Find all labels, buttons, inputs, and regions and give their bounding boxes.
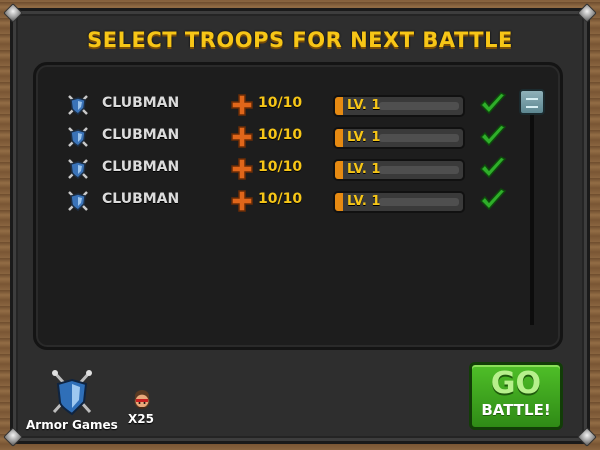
troop-health: 10/10 xyxy=(258,127,303,143)
troop-name: CLUBMAN xyxy=(102,191,180,207)
warrior-head-icon xyxy=(134,390,150,409)
battle-button-label: BATTLE! xyxy=(481,401,551,419)
checkmark-icon[interactable] xyxy=(479,155,507,181)
checkmark-icon[interactable] xyxy=(479,123,507,149)
level-bar: LV. 1 xyxy=(333,95,465,117)
troop-list: CLUBMAN 10/10 LV. 1 CLUBMAN 10/10 LV. 1 xyxy=(33,62,563,350)
checkmark-icon[interactable] xyxy=(479,187,507,213)
shield-swords-icon xyxy=(68,191,88,211)
level-bar: LV. 1 xyxy=(333,191,465,213)
troop-health: 10/10 xyxy=(258,159,303,175)
shield-swords-icon xyxy=(68,95,88,115)
plus-icon xyxy=(231,126,253,148)
plus-icon xyxy=(231,94,253,116)
troop-row[interactable]: CLUBMAN 10/10 LV. 1 xyxy=(36,91,566,119)
level-bar: LV. 1 xyxy=(333,159,465,181)
troop-row[interactable]: CLUBMAN 10/10 LV. 1 xyxy=(36,123,566,151)
level-label: LV. 1 xyxy=(347,194,381,209)
scrollbar-thumb[interactable] xyxy=(519,89,545,115)
scrollbar-track[interactable] xyxy=(530,89,534,325)
troop-health: 10/10 xyxy=(258,95,303,111)
unit-count: X25 xyxy=(128,412,154,426)
go-battle-button[interactable]: GO BATTLE! xyxy=(469,362,563,430)
level-bar: LV. 1 xyxy=(333,127,465,149)
armor-games-text: Armor Games xyxy=(26,418,118,432)
go-button-label: GO xyxy=(490,366,542,401)
troop-name: CLUBMAN xyxy=(102,127,180,143)
plus-icon xyxy=(231,190,253,212)
plus-icon xyxy=(231,158,253,180)
troop-row[interactable]: CLUBMAN 10/10 LV. 1 xyxy=(36,187,566,215)
checkmark-icon[interactable] xyxy=(479,91,507,117)
page-title: SELECT TROOPS FOR NEXT BATTLE xyxy=(87,28,513,52)
troop-name: CLUBMAN xyxy=(102,159,180,175)
level-label: LV. 1 xyxy=(347,98,381,113)
troop-row[interactable]: CLUBMAN 10/10 LV. 1 xyxy=(36,155,566,183)
level-label: LV. 1 xyxy=(347,162,381,177)
shield-swords-icon xyxy=(68,127,88,147)
troop-health: 10/10 xyxy=(258,191,303,207)
shield-swords-icon xyxy=(68,159,88,179)
level-label: LV. 1 xyxy=(347,130,381,145)
troop-name: CLUBMAN xyxy=(102,95,180,111)
